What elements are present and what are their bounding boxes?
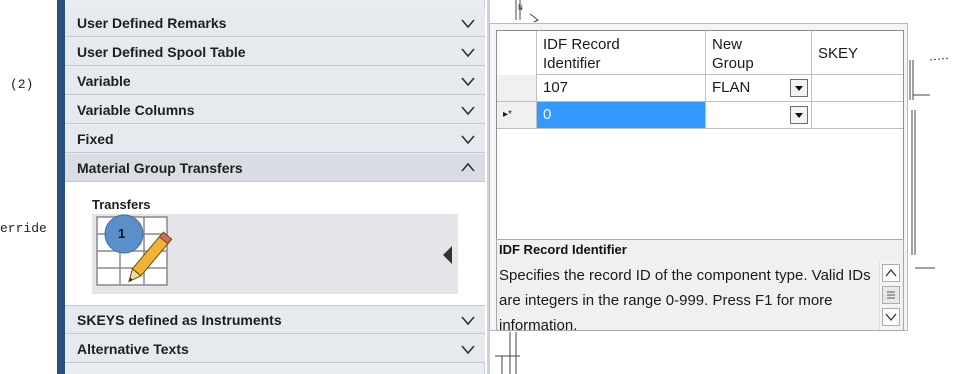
row-header[interactable] — [497, 75, 537, 101]
column-header-skey[interactable]: SKEY — [812, 31, 903, 75]
section-title: Fixed — [77, 130, 114, 147]
column-header-idf-record-identifier[interactable]: IDF Record Identifier — [537, 31, 706, 75]
background-text-fragment: erride — [0, 221, 47, 236]
caret-left-icon[interactable] — [443, 246, 452, 264]
idf-record-cell[interactable]: 0 — [537, 102, 706, 128]
scroll-up-button[interactable] — [882, 264, 900, 282]
property-help-panel: IDF Record Identifier Specifies the reco… — [496, 239, 904, 331]
help-title: IDF Record Identifier — [499, 242, 627, 257]
table-pencil-icon — [96, 214, 173, 286]
section-skeys-defined-as-instruments[interactable]: SKEYS defined as Instruments — [65, 306, 485, 334]
section-fixed[interactable]: Fixed — [65, 125, 485, 153]
scroll-thumb[interactable] — [882, 286, 900, 304]
chevron-down-icon — [461, 48, 475, 58]
section-variable[interactable]: Variable — [65, 67, 485, 95]
scroll-down-button[interactable] — [882, 308, 900, 326]
section-title: Alternative Texts — [77, 340, 189, 357]
help-text: Specifies the record ID of the component… — [499, 267, 871, 331]
section-alternative-texts[interactable]: Alternative Texts — [65, 335, 485, 363]
table-row: 107 FLAN — [497, 75, 903, 102]
section-title: Variable — [77, 72, 131, 89]
drawing-marker: N — [518, 4, 523, 13]
section-title: User Defined Spool Table — [77, 43, 246, 60]
help-scrollbar[interactable] — [879, 262, 901, 330]
section-title: SKEYS defined as Instruments — [77, 311, 282, 328]
chevron-down-icon — [461, 135, 475, 145]
section-user-defined-spool-table[interactable]: User Defined Spool Table — [65, 38, 485, 66]
dropdown-arrow-icon[interactable] — [790, 79, 808, 97]
section-title: User Defined Remarks — [77, 14, 227, 31]
new-group-cell[interactable] — [706, 102, 812, 128]
row-header-new-record-icon[interactable]: ▸* — [497, 102, 537, 128]
new-group-cell[interactable]: FLAN — [706, 75, 812, 101]
column-header-new-group[interactable]: New Group — [706, 31, 812, 75]
transfers-grid: IDF Record Identifier New Group SKEY 107… — [496, 30, 904, 256]
transfers-tile[interactable]: 1 — [92, 214, 458, 294]
chevron-up-icon — [461, 162, 475, 172]
accordion-panel: User Defined Remarks User Defined Spool … — [65, 0, 485, 374]
transfers-label: Transfers — [92, 197, 151, 212]
chevron-up-icon — [885, 268, 897, 277]
chevron-down-icon — [885, 313, 897, 322]
material-group-transfers-body: Transfers 1 — [65, 182, 485, 306]
chevron-down-icon — [461, 106, 475, 116]
dropdown-arrow-icon[interactable] — [790, 106, 808, 124]
table-row-new: ▸* 0 — [497, 102, 903, 129]
panel-accent-bar — [57, 0, 65, 374]
background-text-fragment: (2) — [10, 77, 34, 92]
chevron-down-icon — [461, 77, 475, 87]
transfers-grid-dialog: IDF Record Identifier New Group SKEY 107… — [489, 23, 908, 331]
idf-record-cell[interactable]: 107 — [537, 75, 706, 101]
section-variable-columns[interactable]: Variable Columns — [65, 96, 485, 124]
section-title: Material Group Transfers — [77, 159, 243, 176]
section-user-defined-remarks[interactable]: User Defined Remarks — [65, 9, 485, 37]
row-header-corner — [497, 31, 537, 75]
chevron-down-icon — [461, 316, 475, 326]
new-group-value: FLAN — [712, 79, 751, 96]
grid-header-row: IDF Record Identifier New Group SKEY — [497, 31, 903, 75]
chevron-down-icon — [461, 345, 475, 355]
transfers-badge: 1 — [118, 226, 126, 241]
section-material-group-transfers[interactable]: Material Group Transfers — [65, 154, 485, 182]
skey-cell[interactable] — [812, 75, 903, 101]
grip-icon — [887, 291, 895, 299]
section-title: Variable Columns — [77, 101, 195, 118]
chevron-down-icon — [461, 19, 475, 29]
skey-cell[interactable] — [812, 102, 903, 128]
